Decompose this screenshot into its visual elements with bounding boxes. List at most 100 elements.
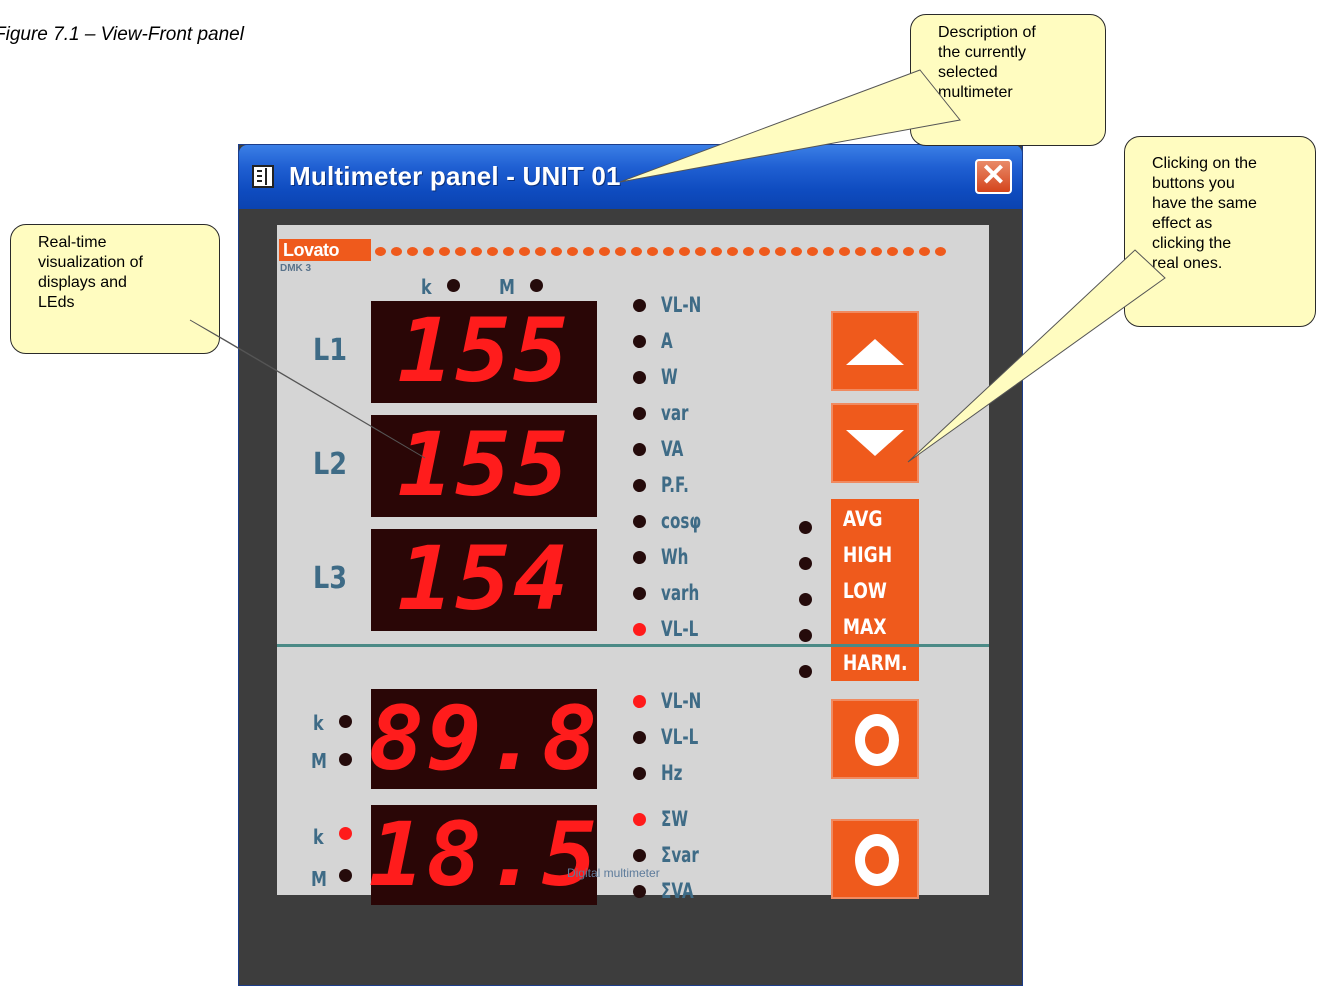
mode-max: MAX: [842, 615, 887, 639]
callout-line: effect as: [1152, 215, 1213, 232]
unit-label: varh: [661, 581, 700, 605]
brand-logo: Lovato: [279, 239, 371, 261]
mode-harm: HARM.: [842, 651, 908, 675]
unit-label: Wh: [661, 545, 689, 569]
unit-label: var: [661, 401, 689, 425]
bottom1-prefix-k-label: k: [313, 711, 324, 735]
unit-led: [633, 623, 646, 636]
unit-label: VL-L: [661, 617, 699, 641]
unit-led: [633, 407, 646, 420]
callout-line: Clicking on the: [1152, 155, 1257, 172]
triangle-up-icon: [846, 339, 904, 365]
unit-label: ΣVA: [661, 879, 694, 903]
unit-led: [633, 885, 646, 898]
mode-led: [799, 521, 812, 534]
refresh-icon: [855, 834, 899, 886]
display-bottom1: 89.8: [369, 689, 597, 789]
prefix-m-label: M: [499, 275, 515, 299]
mode-led: [799, 629, 812, 642]
bottom1-prefix-m-label: M: [311, 749, 327, 773]
unit-label: VL-L: [661, 725, 699, 749]
unit-led: [633, 299, 646, 312]
mode-led: [799, 557, 812, 570]
unit-led: [633, 587, 646, 600]
callout-line: Real-time: [38, 234, 107, 251]
display-l2-value: 155: [397, 413, 571, 516]
unit-label: P.F.: [661, 473, 689, 497]
mode-low: LOW: [842, 579, 887, 603]
unit-label: A: [661, 329, 673, 353]
display-l2: 155: [371, 415, 597, 517]
window-title: Multimeter panel - UNIT 01: [289, 161, 621, 191]
unit-label: cosφ: [661, 509, 702, 533]
front-panel: Lovato DMK 3 k M L1 L2 L3 155 155 154 VL…: [277, 225, 989, 905]
line-label-l1: L1: [313, 333, 347, 368]
bottom2-prefix-m-label: M: [311, 867, 327, 891]
mode-avg: AVG: [842, 507, 883, 531]
bottom2-prefix-m-led: [339, 869, 352, 882]
display-l3: 154: [371, 529, 597, 631]
display-l3-value: 154: [397, 527, 571, 630]
bottom1-prefix-k-led: [339, 715, 352, 728]
unit-led: [633, 479, 646, 492]
callout-line: real ones.: [1152, 255, 1223, 272]
callout-line: LEds: [38, 294, 75, 311]
refresh-icon: [855, 714, 899, 766]
divider: [277, 644, 989, 647]
mode-led: [799, 665, 812, 678]
bottom2-prefix-k-label: k: [313, 825, 324, 849]
footer-label: Digital multimeter: [567, 866, 660, 880]
callout-buttons: Clicking on the buttons you have the sam…: [1124, 136, 1316, 327]
callout-realtime: Real-time visualization of displays and …: [10, 224, 220, 354]
unit-led: [633, 515, 646, 528]
unit-led: [633, 551, 646, 564]
callout-description: Description of the currently selected mu…: [910, 14, 1106, 146]
display-bottom2: 18.5: [369, 805, 597, 905]
line-label-l2: L2: [313, 447, 347, 482]
mode-button[interactable]: AVG HIGH LOW MAX HARM.: [831, 499, 919, 681]
down-button[interactable]: [831, 403, 919, 483]
window-titlebar[interactable]: Multimeter panel - UNIT 01 ✕: [239, 145, 1022, 209]
multimeter-window: Multimeter panel - UNIT 01 ✕ Lovato DMK …: [238, 144, 1023, 986]
prefix-m-led: [530, 279, 543, 292]
callout-line: multimeter: [938, 84, 1013, 101]
unit-led: [633, 695, 646, 708]
prefix-k-label: k: [421, 275, 432, 299]
callout-line: selected: [938, 64, 998, 81]
callout-line: visualization of: [38, 254, 143, 271]
display-bottom2-value: 18.5: [368, 803, 600, 906]
up-button[interactable]: [831, 311, 919, 391]
unit-label: Hz: [661, 761, 683, 785]
unit-led: [633, 335, 646, 348]
unit-led: [633, 371, 646, 384]
prefix-k-led: [447, 279, 460, 292]
bottom1-prefix-m-led: [339, 753, 352, 766]
callout-line: the currently: [938, 44, 1027, 61]
figure-caption: Figure 7.1 – View-Front panel: [0, 24, 244, 45]
unit-label: W: [661, 365, 678, 389]
unit-label: VL-N: [661, 689, 702, 713]
triangle-down-icon: [846, 430, 904, 456]
brand-dots: [375, 243, 951, 261]
panel-window-icon: [252, 165, 274, 188]
display-l1: 155: [371, 301, 597, 403]
line-label-l3: L3: [313, 561, 347, 596]
callout-line: buttons you: [1152, 175, 1235, 192]
close-button[interactable]: ✕: [975, 159, 1012, 194]
model-label: DMK 3: [280, 263, 312, 274]
refresh-button-2[interactable]: [831, 819, 919, 899]
unit-label: Σvar: [661, 843, 699, 867]
callout-line: Description of: [938, 24, 1036, 41]
display-l1-value: 155: [397, 299, 571, 402]
unit-led: [633, 849, 646, 862]
mode-high: HIGH: [842, 543, 893, 567]
unit-led: [633, 443, 646, 456]
unit-label: VA: [661, 437, 684, 461]
refresh-button-1[interactable]: [831, 699, 919, 779]
unit-led: [633, 731, 646, 744]
unit-led: [633, 767, 646, 780]
callout-line: displays and: [38, 274, 127, 291]
unit-label: ΣW: [661, 807, 689, 831]
unit-label: VL-N: [661, 293, 702, 317]
callout-line: have the same: [1152, 195, 1257, 212]
